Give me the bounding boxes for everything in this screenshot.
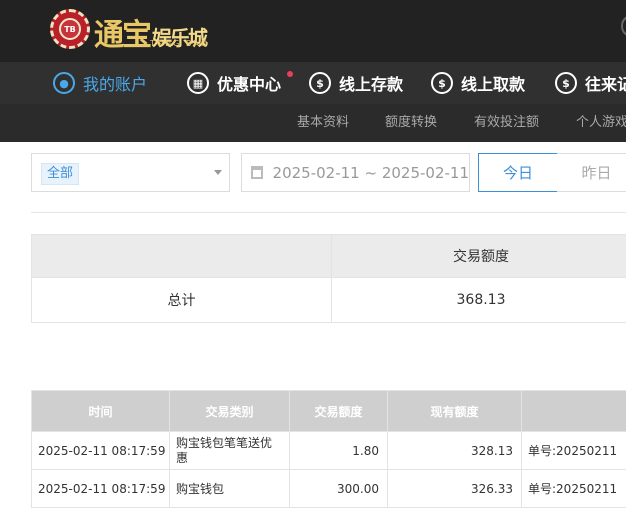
summary-header-row: 交易额度 — [31, 234, 626, 278]
logo-chip-icon: TB — [50, 9, 90, 49]
section-divider — [31, 212, 626, 213]
nav-records[interactable]: $ 往来记 — [555, 62, 626, 104]
user-icon: ● — [53, 72, 75, 94]
nav-label: 往来记 — [585, 75, 626, 94]
nav-deposit[interactable]: $ 线上存款 — [309, 62, 403, 104]
calendar-icon — [251, 166, 263, 179]
notification-dot — [287, 71, 294, 77]
date-range-text: 2025-02-11 ~ 2025-02-11 — [272, 163, 469, 182]
nav-label: 线上取款 — [461, 75, 526, 94]
summary-header-empty — [31, 234, 332, 278]
cell-remark: 单号:20250211 — [521, 469, 626, 508]
cell-amount: 300.00 — [289, 469, 388, 508]
caret-down-icon — [214, 170, 222, 175]
logo-name-en: TONG BAO — [150, 39, 210, 48]
logo-text: 通宝 娱乐城 TONG BAO — [94, 6, 234, 53]
today-button[interactable]: 今日 — [478, 153, 558, 192]
nav-label: 我的账户 — [83, 75, 148, 94]
main-nav: ● 我的账户 ▦ 优惠中心 $ 线上存款 $ 线上取款 $ 往来记 — [0, 62, 626, 105]
selected-type-tag: 全部 — [41, 163, 80, 185]
cell-balance: 326.33 — [387, 469, 522, 508]
gift-icon: ▦ — [187, 72, 209, 94]
nav-label: 线上存款 — [339, 75, 404, 94]
cell-balance: 328.13 — [387, 431, 522, 470]
summary-total-value: 368.13 — [331, 277, 626, 323]
nav-label: 优惠中心 — [217, 75, 282, 94]
transaction-table: 时间 交易类别 交易额度 现有额度 2025-02-11 08:17:59 购宝… — [31, 390, 626, 508]
column-header-time: 时间 — [31, 390, 170, 432]
nav-my-account[interactable]: ● 我的账户 — [53, 62, 147, 104]
records-icon: $ — [555, 72, 577, 94]
cell-remark: 单号:20250211 — [521, 431, 626, 470]
nav-promotions[interactable]: ▦ 优惠中心 — [187, 62, 294, 104]
summary-total-row: 总计 368.13 — [31, 277, 626, 323]
top-header: TB 通宝 娱乐城 TONG BAO — [0, 0, 626, 62]
subnav-personal-games[interactable]: 个人游戏 — [576, 104, 626, 142]
subnav-credit-transfer[interactable]: 额度转换 — [385, 104, 437, 142]
summary-table: 交易额度 总计 368.13 — [31, 234, 626, 323]
yesterday-button[interactable]: 昨日 — [557, 153, 626, 192]
transaction-type-select[interactable]: 全部 — [31, 153, 230, 192]
subnav-valid-bets[interactable]: 有效投注额 — [474, 104, 539, 142]
column-header-balance: 现有额度 — [387, 390, 522, 432]
date-range-picker[interactable]: 2025-02-11 ~ 2025-02-11 — [241, 153, 470, 192]
cell-type: 购宝钱包 — [169, 469, 290, 508]
table-row: 2025-02-11 08:17:59 购宝钱包 300.00 326.33 单… — [31, 469, 626, 508]
logo-chip-label: TB — [59, 18, 81, 40]
summary-total-label: 总计 — [31, 277, 332, 323]
sub-nav: 基本资料 额度转换 有效投注额 个人游戏 — [0, 104, 626, 142]
summary-header-amount: 交易额度 — [331, 234, 626, 278]
nav-withdraw[interactable]: $ 线上取款 — [431, 62, 525, 104]
cell-time: 2025-02-11 08:17:59 — [31, 469, 170, 508]
withdraw-icon: $ — [431, 72, 453, 94]
cell-amount: 1.80 — [289, 431, 388, 470]
logo-name-main: 通宝 — [94, 18, 152, 53]
subnav-basic-info[interactable]: 基本资料 — [297, 104, 349, 142]
column-header-remark — [521, 390, 626, 432]
brand-logo[interactable]: TB 通宝 娱乐城 TONG BAO — [50, 6, 234, 53]
column-header-type: 交易类别 — [169, 390, 290, 432]
cell-type: 购宝钱包笔笔送优惠 — [169, 431, 290, 470]
table-header-row: 时间 交易类别 交易额度 现有额度 — [31, 390, 626, 432]
cell-time: 2025-02-11 08:17:59 — [31, 431, 170, 470]
partial-icon[interactable] — [621, 16, 626, 36]
deposit-icon: $ — [309, 72, 331, 94]
column-header-amount: 交易额度 — [289, 390, 388, 432]
table-row: 2025-02-11 08:17:59 购宝钱包笔笔送优惠 1.80 328.1… — [31, 431, 626, 470]
